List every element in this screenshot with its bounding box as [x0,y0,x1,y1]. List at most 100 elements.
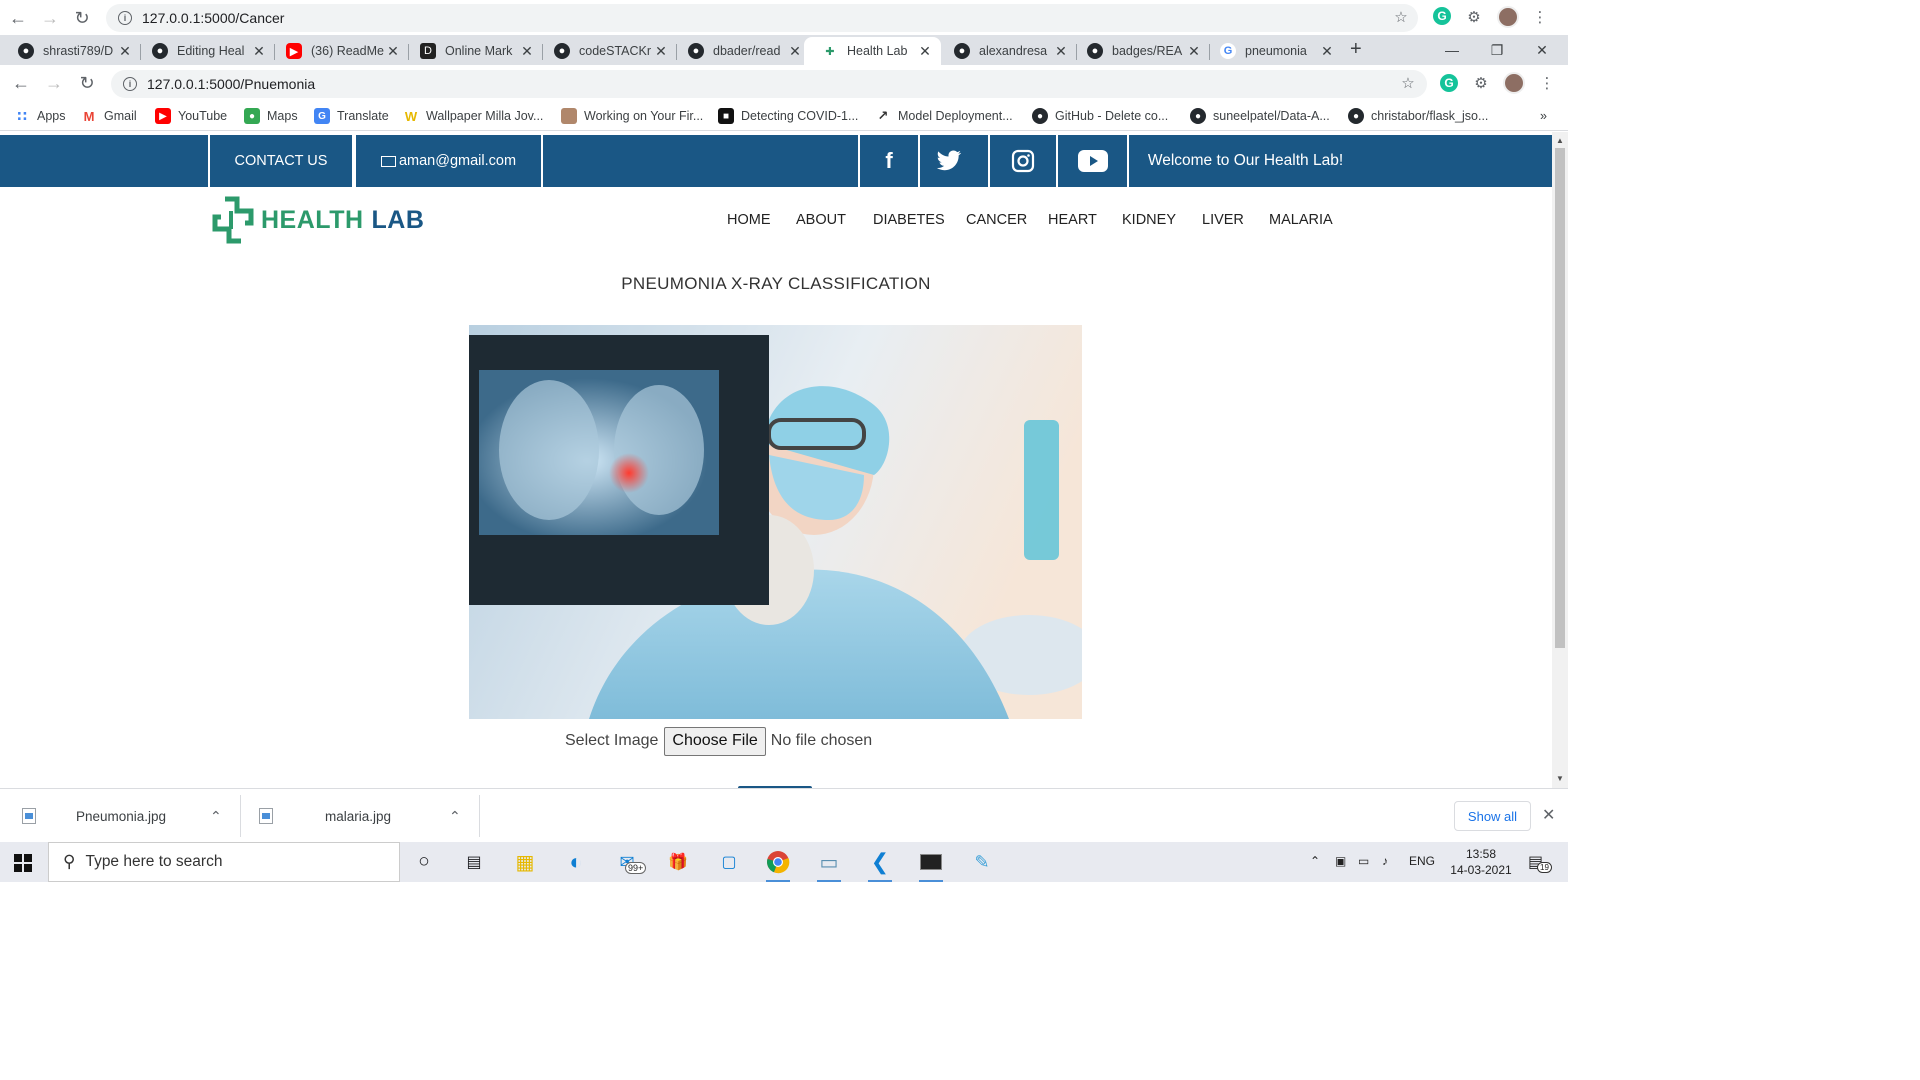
close-tab-icon[interactable]: ✕ [1186,43,1202,60]
tab[interactable]: ● dbader/read ✕ [670,37,811,65]
nav-diabetes[interactable]: DIABETES [873,212,945,228]
bookmark-github-delete[interactable]: ● GitHub - Delete co... [1032,107,1168,125]
grammarly-icon[interactable]: G [1440,74,1458,92]
close-tab-icon[interactable]: ✕ [653,43,669,60]
vscode-icon[interactable]: ❮ [866,848,894,882]
close-tab-icon[interactable]: ✕ [117,43,133,60]
download-item[interactable]: Pneumonia.jpg ⌃ [22,789,240,843]
chrome-icon[interactable] [764,848,792,882]
tab[interactable]: ● codeSTACKr ✕ [536,37,677,65]
scroll-up-icon[interactable]: ▲ [1556,136,1564,145]
show-all-downloads-button[interactable]: Show all [1454,801,1531,831]
extensions-icon[interactable]: ⚙ [1463,6,1485,28]
nav-malaria[interactable]: MALARIA [1269,212,1333,228]
reload-icon[interactable]: ↻ [73,69,101,97]
tab[interactable]: ● shrasti789/D ✕ [0,37,141,65]
close-tab-icon[interactable]: ✕ [1053,43,1069,60]
tab-active[interactable]: ✚ Health Lab ✕ [804,37,941,65]
bookmark-covid[interactable]: ■ Detecting COVID-1... [718,107,858,125]
bookmark-working[interactable]: Working on Your Fir... [561,107,703,125]
nav-liver[interactable]: LIVER [1202,212,1244,228]
reload-icon[interactable]: ↻ [66,2,98,34]
scrollbar-thumb[interactable] [1555,148,1565,648]
tab[interactable]: ● badges/REA ✕ [1069,37,1210,65]
close-tab-icon[interactable]: ✕ [251,43,267,60]
tab[interactable]: D Online Mark ✕ [402,37,543,65]
back-icon[interactable]: ← [2,2,34,34]
star-icon[interactable]: ☆ [1397,72,1419,94]
nav-about[interactable]: ABOUT [796,212,846,228]
close-tab-icon[interactable]: ✕ [917,43,933,60]
cortana-icon[interactable]: ○ [410,848,438,876]
nav-cancer[interactable]: CANCER [966,212,1027,228]
nav-kidney[interactable]: KIDNEY [1122,212,1176,228]
close-tab-icon[interactable]: ✕ [787,43,803,60]
menu-icon[interactable]: ⋮ [1536,72,1558,94]
battery-icon[interactable]: ▭ [1358,854,1369,868]
restore-icon[interactable]: ❐ [1475,35,1519,65]
close-tab-icon[interactable]: ✕ [519,43,535,60]
menu-icon[interactable]: ⋮ [1529,6,1551,28]
youtube-icon[interactable] [1056,135,1129,187]
windows-start-icon[interactable] [14,854,32,872]
site-logo[interactable]: HEALTH LAB [207,195,424,245]
edge-icon[interactable]: ◐ [562,848,590,876]
download-item[interactable]: malaria.jpg ⌃ [259,789,479,843]
address-bar[interactable]: i 127.0.0.1:5000/Pnuemonia [111,70,1427,98]
task-view-icon[interactable]: ▤ [460,848,488,876]
clock[interactable]: 13:58 14-03-2021 [1444,846,1518,878]
bookmark-model[interactable]: ↗ Model Deployment... [875,107,1013,125]
paint-icon[interactable]: ✎ [968,848,996,876]
file-explorer-icon[interactable]: ▦ [511,848,539,876]
bookmark-apps[interactable]: ∷ Apps [14,107,65,125]
star-icon[interactable]: ☆ [1390,6,1412,28]
tab[interactable]: Gpneumonia ✕ [1202,37,1343,65]
nav-heart[interactable]: HEART [1048,212,1097,228]
bookmark-maps[interactable]: ● Maps [244,107,298,125]
bookmark-wallpaper[interactable]: W Wallpaper Milla Jov... [403,107,544,125]
language-indicator[interactable]: ENG [1409,854,1435,868]
bookmark-translate[interactable]: G Translate [314,107,389,125]
email-link[interactable]: aman@gmail.com [354,135,543,187]
facebook-icon[interactable]: f [858,135,918,187]
twitter-icon[interactable] [918,135,978,187]
profile-avatar[interactable] [1503,72,1525,94]
notebook-icon[interactable]: ▭ [815,848,843,882]
gift-icon[interactable]: 🎁 [664,848,692,876]
grammarly-icon[interactable]: G [1433,7,1451,25]
tab[interactable]: ● Editing Heal ✕ [134,37,275,65]
tab[interactable]: ▶ (36) ReadMe ✕ [268,37,409,65]
bookmark-youtube[interactable]: ▶ YouTube [155,107,227,125]
terminal-icon[interactable] [917,848,945,882]
bookmark-gmail[interactable]: M Gmail [81,107,137,125]
close-tab-icon[interactable]: ✕ [385,43,401,60]
bookmark-christabor[interactable]: ● christabor/flask_jso... [1348,107,1488,125]
chevron-up-icon[interactable]: ⌃ [449,808,461,825]
profile-avatar[interactable] [1497,6,1519,28]
choose-file-button[interactable]: Choose File [664,726,766,756]
chevron-up-icon[interactable]: ⌃ [210,808,222,825]
contact-us-link[interactable]: CONTACT US [208,135,354,187]
close-tab-icon[interactable]: ✕ [1319,43,1335,60]
extensions-icon[interactable]: ⚙ [1470,72,1492,94]
forward-icon[interactable]: → [40,69,68,97]
close-icon[interactable]: ✕ [1542,805,1555,825]
tab[interactable]: ● alexandresa ✕ [936,37,1077,65]
device-icon[interactable]: ▣ [1335,854,1346,868]
background-address-bar[interactable]: i 127.0.0.1:5000/Cancer [106,4,1418,32]
more-bookmarks-icon[interactable]: » [1540,107,1547,125]
instagram-icon[interactable] [988,135,1056,187]
close-window-icon[interactable]: ✕ [1520,35,1564,65]
scroll-down-icon[interactable]: ▼ [1556,774,1564,783]
minimize-icon[interactable]: — [1430,35,1474,65]
new-tab-icon[interactable]: + [1350,38,1362,61]
back-icon[interactable]: ← [7,69,35,97]
taskbar-search[interactable]: ⚲ Type here to search [48,842,400,882]
nav-home[interactable]: HOME [727,212,771,228]
volume-icon[interactable]: ♪ [1382,854,1388,868]
page-scrollbar[interactable]: ▲ ▼ [1552,132,1568,788]
bookmark-suneel[interactable]: ● suneelpatel/Data-A... [1190,107,1330,125]
show-hidden-icons[interactable]: ⌃ [1310,854,1320,868]
forward-icon[interactable]: → [34,2,66,34]
computer-icon[interactable]: ▢ [715,848,743,876]
